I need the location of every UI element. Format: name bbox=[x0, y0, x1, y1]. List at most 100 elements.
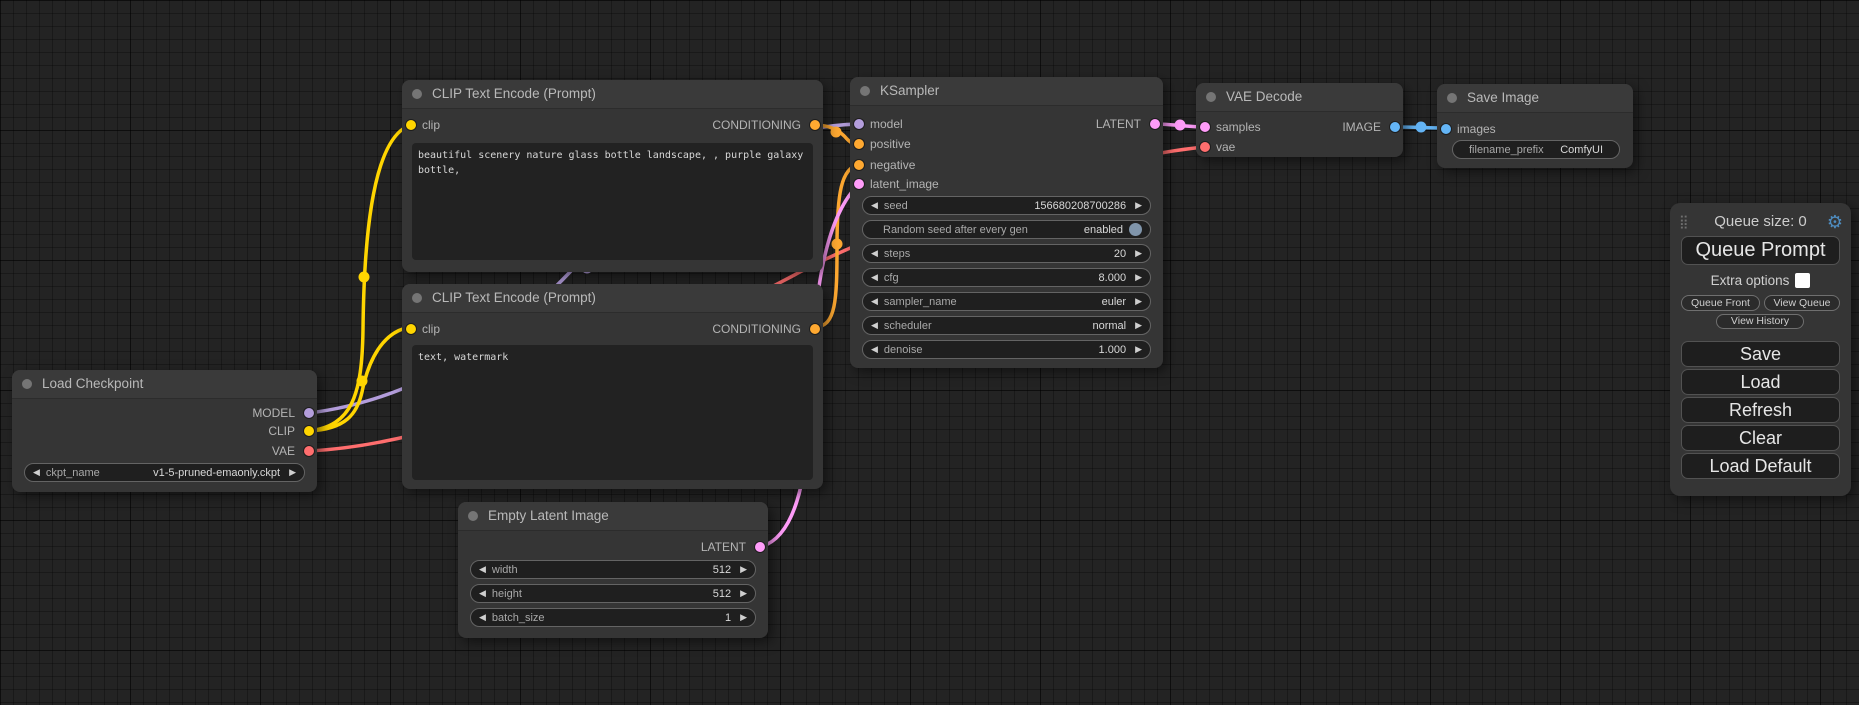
load-button[interactable]: Load bbox=[1681, 369, 1840, 395]
link-midpoint-dot bbox=[359, 272, 370, 283]
node-title-bar[interactable]: KSampler bbox=[850, 77, 1163, 106]
node-title: CLIP Text Encode (Prompt) bbox=[432, 86, 596, 101]
view-queue-button[interactable]: View Queue bbox=[1764, 295, 1840, 311]
input-slot-latent-image[interactable] bbox=[854, 179, 864, 189]
widget-random-seed-toggle[interactable]: Random seed after every gen enabled bbox=[862, 220, 1151, 239]
output-label-image: IMAGE bbox=[1342, 120, 1381, 134]
input-slot-clip[interactable] bbox=[406, 120, 416, 130]
widget-width[interactable]: ◀ width 512 ▶ bbox=[470, 560, 756, 579]
arrow-right-icon[interactable]: ▶ bbox=[289, 463, 296, 482]
input-label-samples: samples bbox=[1216, 120, 1261, 134]
arrow-right-icon[interactable]: ▶ bbox=[740, 608, 747, 627]
arrow-right-icon[interactable]: ▶ bbox=[740, 584, 747, 603]
collapse-dot-icon[interactable] bbox=[1447, 93, 1457, 103]
arrow-left-icon[interactable]: ◀ bbox=[479, 584, 486, 603]
toggle-dot-icon[interactable] bbox=[1129, 223, 1142, 236]
node-load-checkpoint[interactable]: Load Checkpoint MODEL CLIP VAE ◀ ckpt_na… bbox=[12, 370, 317, 492]
arrow-left-icon[interactable]: ◀ bbox=[479, 608, 486, 627]
widget-scheduler[interactable]: ◀ scheduler normal ▶ bbox=[862, 316, 1151, 335]
collapse-dot-icon[interactable] bbox=[412, 89, 422, 99]
queue-prompt-button[interactable]: Queue Prompt bbox=[1681, 236, 1840, 265]
input-slot-clip[interactable] bbox=[406, 324, 416, 334]
gear-icon[interactable]: ⚙ bbox=[1827, 211, 1843, 233]
widget-value: 512 bbox=[713, 588, 731, 600]
arrow-left-icon[interactable]: ◀ bbox=[871, 244, 878, 263]
load-default-button[interactable]: Load Default bbox=[1681, 453, 1840, 479]
widget-height[interactable]: ◀ height 512 ▶ bbox=[470, 584, 756, 603]
arrow-right-icon[interactable]: ▶ bbox=[1135, 268, 1142, 287]
output-slot-clip[interactable] bbox=[304, 426, 314, 436]
node-ksampler[interactable]: KSampler model positive negative latent_… bbox=[850, 77, 1163, 368]
arrow-left-icon[interactable]: ◀ bbox=[871, 316, 878, 335]
widget-seed[interactable]: ◀ seed 156680208700286 ▶ bbox=[862, 196, 1151, 215]
arrow-right-icon[interactable]: ▶ bbox=[1135, 292, 1142, 311]
queue-panel-header: ⣿ Queue size: 0 ⚙ bbox=[1670, 211, 1851, 233]
node-empty-latent-image[interactable]: Empty Latent Image LATENT ◀ width 512 ▶ … bbox=[458, 502, 768, 638]
input-label-model: model bbox=[870, 117, 903, 131]
collapse-dot-icon[interactable] bbox=[22, 379, 32, 389]
widget-ckpt-name[interactable]: ◀ ckpt_name v1-5-pruned-emaonly.ckpt ▶ bbox=[24, 463, 305, 482]
input-label-vae: vae bbox=[1216, 140, 1235, 154]
arrow-left-icon[interactable]: ◀ bbox=[479, 560, 486, 579]
arrow-right-icon[interactable]: ▶ bbox=[740, 560, 747, 579]
arrow-left-icon[interactable]: ◀ bbox=[33, 463, 40, 482]
prompt-textarea[interactable]: text, watermark bbox=[412, 345, 813, 480]
input-slot-samples[interactable] bbox=[1200, 122, 1210, 132]
node-graph-canvas[interactable]: Load Checkpoint MODEL CLIP VAE ◀ ckpt_na… bbox=[0, 0, 1859, 705]
arrow-left-icon[interactable]: ◀ bbox=[871, 196, 878, 215]
collapse-dot-icon[interactable] bbox=[468, 511, 478, 521]
node-title-bar[interactable]: VAE Decode bbox=[1196, 83, 1403, 112]
input-slot-negative[interactable] bbox=[854, 160, 864, 170]
node-title-bar[interactable]: CLIP Text Encode (Prompt) bbox=[402, 284, 823, 313]
collapse-dot-icon[interactable] bbox=[860, 86, 870, 96]
input-slot-images[interactable] bbox=[1441, 124, 1451, 134]
widget-batch-size[interactable]: ◀ batch_size 1 ▶ bbox=[470, 608, 756, 627]
widget-label: seed bbox=[884, 200, 908, 212]
output-slot-conditioning[interactable] bbox=[810, 324, 820, 334]
output-slot-model[interactable] bbox=[304, 408, 314, 418]
link-midpoint-dot bbox=[357, 376, 368, 387]
widget-filename-prefix[interactable]: filename_prefix ComfyUI bbox=[1452, 140, 1620, 159]
output-label-vae: VAE bbox=[272, 444, 295, 458]
node-title-bar[interactable]: Load Checkpoint bbox=[12, 370, 317, 399]
queue-panel: ⣿ Queue size: 0 ⚙ Queue Prompt Extra opt… bbox=[1670, 203, 1851, 496]
input-label-positive: positive bbox=[870, 137, 911, 151]
output-slot-vae[interactable] bbox=[304, 446, 314, 456]
arrow-left-icon[interactable]: ◀ bbox=[871, 292, 878, 311]
arrow-right-icon[interactable]: ▶ bbox=[1135, 244, 1142, 263]
output-slot-latent[interactable] bbox=[755, 542, 765, 552]
extra-options-checkbox[interactable] bbox=[1795, 273, 1810, 288]
output-slot-conditioning[interactable] bbox=[810, 120, 820, 130]
widget-sampler-name[interactable]: ◀ sampler_name euler ▶ bbox=[862, 292, 1151, 311]
queue-front-button[interactable]: Queue Front bbox=[1681, 295, 1760, 311]
input-slot-model[interactable] bbox=[854, 119, 864, 129]
arrow-left-icon[interactable]: ◀ bbox=[871, 340, 878, 359]
prompt-textarea[interactable]: beautiful scenery nature glass bottle la… bbox=[412, 143, 813, 260]
clear-button[interactable]: Clear bbox=[1681, 425, 1840, 451]
input-slot-vae[interactable] bbox=[1200, 142, 1210, 152]
view-history-button[interactable]: View History bbox=[1716, 314, 1804, 329]
save-button[interactable]: Save bbox=[1681, 341, 1840, 367]
arrow-right-icon[interactable]: ▶ bbox=[1135, 340, 1142, 359]
arrow-right-icon[interactable]: ▶ bbox=[1135, 196, 1142, 215]
node-clip-text-encode-negative[interactable]: CLIP Text Encode (Prompt) clip CONDITION… bbox=[402, 284, 823, 489]
input-slot-positive[interactable] bbox=[854, 139, 864, 149]
collapse-dot-icon[interactable] bbox=[1206, 92, 1216, 102]
refresh-button[interactable]: Refresh bbox=[1681, 397, 1840, 423]
node-save-image[interactable]: Save Image images filename_prefix ComfyU… bbox=[1437, 84, 1633, 168]
arrow-right-icon[interactable]: ▶ bbox=[1135, 316, 1142, 335]
node-title-bar[interactable]: CLIP Text Encode (Prompt) bbox=[402, 80, 823, 109]
output-slot-latent[interactable] bbox=[1150, 119, 1160, 129]
arrow-left-icon[interactable]: ◀ bbox=[871, 268, 878, 287]
node-title-bar[interactable]: Empty Latent Image bbox=[458, 502, 768, 531]
node-title-bar[interactable]: Save Image bbox=[1437, 84, 1633, 113]
output-label-latent: LATENT bbox=[701, 540, 746, 554]
widget-steps[interactable]: ◀ steps 20 ▶ bbox=[862, 244, 1151, 263]
output-slot-image[interactable] bbox=[1390, 122, 1400, 132]
widget-label: cfg bbox=[884, 272, 899, 284]
node-vae-decode[interactable]: VAE Decode samples vae IMAGE bbox=[1196, 83, 1403, 157]
collapse-dot-icon[interactable] bbox=[412, 293, 422, 303]
widget-cfg[interactable]: ◀ cfg 8.000 ▶ bbox=[862, 268, 1151, 287]
node-clip-text-encode-positive[interactable]: CLIP Text Encode (Prompt) clip CONDITION… bbox=[402, 80, 823, 272]
widget-denoise[interactable]: ◀ denoise 1.000 ▶ bbox=[862, 340, 1151, 359]
